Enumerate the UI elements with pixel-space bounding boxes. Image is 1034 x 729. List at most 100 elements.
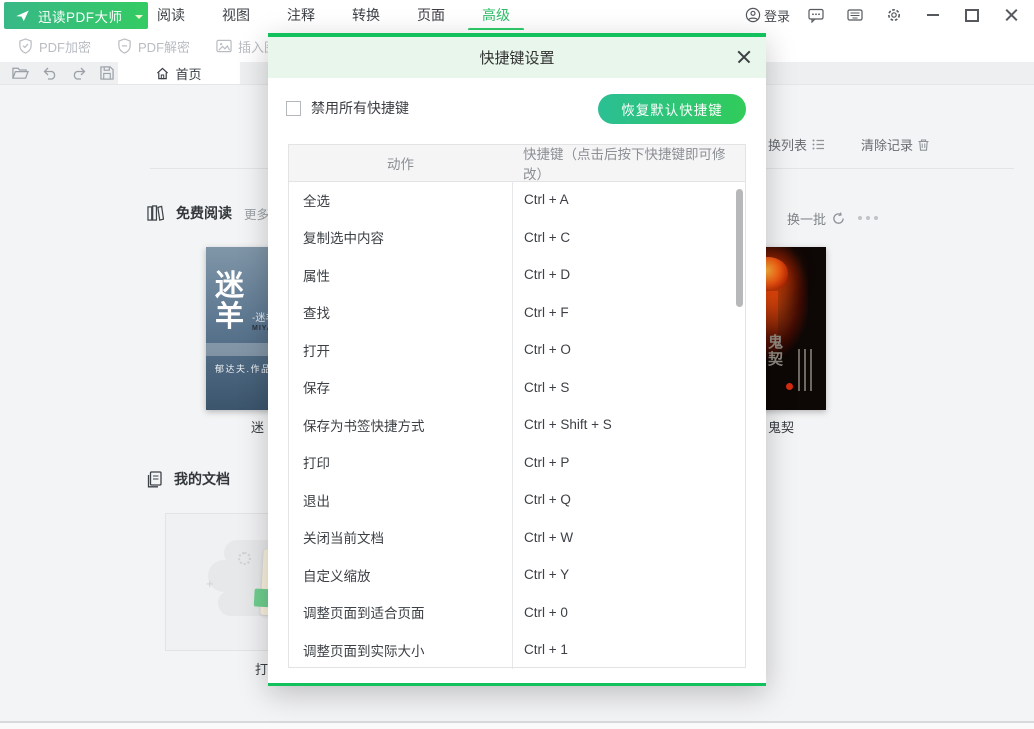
shortcut-key-cell[interactable]: Ctrl + W <box>512 519 745 557</box>
shortcut-key-cell[interactable]: Ctrl + A <box>512 181 745 219</box>
refresh-batch-label: 换一批 <box>787 209 826 228</box>
shield-check-icon <box>18 38 33 54</box>
shield-minus-icon <box>117 38 132 54</box>
checkbox-icon[interactable] <box>286 101 301 116</box>
title-bar: 迅读PDF大师 阅读 视图 注释 转换 页面 高级 登录 <box>0 0 1034 30</box>
cover-author: 郁达夫.作品 <box>215 362 272 375</box>
keyboard-icon <box>847 9 863 22</box>
change-list-button[interactable]: 换列表 <box>768 135 825 154</box>
dialog-close-button[interactable] <box>736 49 752 65</box>
more-options-icon[interactable] <box>858 216 878 220</box>
titlebar-right: 登录 <box>745 0 1024 30</box>
refresh-icon <box>832 212 845 225</box>
disable-all-label: 禁用所有快捷键 <box>311 98 409 118</box>
doc-card-caption: 打 <box>255 659 268 678</box>
app-title: 迅读PDF大师 <box>38 6 123 26</box>
shortcut-row: 属性Ctrl + D <box>289 256 745 294</box>
user-icon <box>745 7 761 23</box>
book-caption: 迷 <box>251 417 264 436</box>
login-button[interactable]: 登录 <box>745 6 790 25</box>
shortcut-key-cell[interactable]: Ctrl + D <box>512 256 745 294</box>
scrollbar-thumb[interactable] <box>736 189 743 307</box>
chat-icon <box>808 8 824 23</box>
tab-home[interactable]: 首页 <box>118 62 240 84</box>
shortcut-key-cell[interactable]: Ctrl + F <box>512 294 745 332</box>
shortcut-row: 保存为书签快捷方式Ctrl + Shift + S <box>289 406 745 444</box>
minimize-icon <box>927 14 939 16</box>
shortcut-key-cell[interactable]: Ctrl + S <box>512 369 745 407</box>
shortcut-column-header: 快捷键（点击后按下快捷键即可修改） <box>512 143 745 183</box>
close-window-button[interactable] <box>998 2 1024 28</box>
documents-icon <box>147 471 162 488</box>
table-header: 动作 快捷键（点击后按下快捷键即可修改） <box>289 145 745 182</box>
app-logo-icon <box>15 8 30 23</box>
cover-title: 迷羊 <box>215 271 249 333</box>
shortcut-action-cell: 调整页面到适合页面 <box>289 602 512 622</box>
shortcut-keyboard-button[interactable] <box>842 2 868 28</box>
trash-icon <box>918 139 929 151</box>
shortcut-row: 全选Ctrl + A <box>289 181 745 219</box>
open-file-button[interactable] <box>12 66 29 80</box>
clear-history-button[interactable]: 清除记录 <box>861 135 929 154</box>
shortcut-key-cell[interactable]: Ctrl + Y <box>512 556 745 594</box>
shortcut-settings-dialog: 快捷键设置 禁用所有快捷键 恢复默认快捷键 动作 快捷键（点击后按下快捷键即可修… <box>268 33 766 686</box>
disable-all-checkbox[interactable]: 禁用所有快捷键 <box>286 98 409 118</box>
menu-item-5[interactable]: 页面 <box>417 5 445 25</box>
shortcut-row: 关闭当前文档Ctrl + W <box>289 519 745 557</box>
settings-button[interactable] <box>881 2 907 28</box>
app-logo-button[interactable]: 迅读PDF大师 <box>4 2 148 29</box>
restore-defaults-button[interactable]: 恢复默认快捷键 <box>598 94 746 124</box>
minimize-button[interactable] <box>920 2 946 28</box>
shortcut-key-cell[interactable]: Ctrl + P <box>512 444 745 482</box>
shortcut-action-cell: 保存为书签快捷方式 <box>289 415 512 435</box>
change-list-label: 换列表 <box>768 135 807 154</box>
refresh-batch-button[interactable]: 换一批 <box>787 209 845 228</box>
free-reading-title: 免费阅读 <box>176 203 232 223</box>
pdf-decrypt-label: PDF解密 <box>138 37 190 56</box>
pdf-encrypt-button[interactable]: PDF加密 <box>18 37 91 56</box>
shortcut-row: 自定义缩放Ctrl + Y <box>289 556 745 594</box>
undo-icon <box>42 67 58 80</box>
gear-doodle-icon <box>238 552 251 565</box>
action-column-header: 动作 <box>289 153 512 173</box>
menu-item-3[interactable]: 注释 <box>287 5 315 25</box>
shortcut-key-cell[interactable]: Ctrl + 1 <box>512 631 745 669</box>
shortcut-row: 调整页面到适合页面Ctrl + 0 <box>289 594 745 632</box>
shortcut-key-cell[interactable]: Ctrl + Shift + S <box>512 406 745 444</box>
save-button[interactable] <box>100 66 114 80</box>
shortcut-action-cell: 关闭当前文档 <box>289 527 512 547</box>
book-caption: 鬼契 <box>768 417 794 436</box>
shortcut-key-cell[interactable]: Ctrl + O <box>512 331 745 369</box>
shortcut-key-cell[interactable]: Ctrl + C <box>512 219 745 257</box>
gear-icon <box>886 7 902 23</box>
cover-text-columns <box>798 349 812 391</box>
undo-button[interactable] <box>42 67 58 80</box>
save-icon <box>100 66 114 80</box>
maximize-button[interactable] <box>959 2 985 28</box>
cover-title: 鬼契 <box>768 335 785 369</box>
folder-open-icon <box>12 66 29 80</box>
menu-item-1[interactable]: 阅读 <box>157 5 185 25</box>
shortcut-action-cell: 调整页面到实际大小 <box>289 640 512 660</box>
shortcut-action-cell: 打印 <box>289 452 512 472</box>
cover-red-seal <box>786 383 793 390</box>
menu-item-6[interactable]: 高级 <box>482 5 510 25</box>
shortcut-key-cell[interactable]: Ctrl + Q <box>512 481 745 519</box>
books-icon <box>147 205 164 221</box>
menu-item-4[interactable]: 转换 <box>352 5 380 25</box>
shortcut-row: 打开Ctrl + O <box>289 331 745 369</box>
maximize-icon <box>965 9 979 22</box>
menu-item-2[interactable]: 视图 <box>222 5 250 25</box>
dialog-title: 快捷键设置 <box>479 47 554 68</box>
shortcut-action-cell: 复制选中内容 <box>289 227 512 247</box>
shortcut-action-cell: 打开 <box>289 340 512 360</box>
insert-image-icon <box>216 39 232 53</box>
redo-button[interactable] <box>71 67 87 80</box>
shortcut-action-cell: 属性 <box>289 265 512 285</box>
pdf-decrypt-button[interactable]: PDF解密 <box>117 37 190 56</box>
shortcut-action-cell: 全选 <box>289 190 512 210</box>
feedback-button[interactable] <box>803 2 829 28</box>
shortcut-action-cell: 退出 <box>289 490 512 510</box>
shortcut-key-cell[interactable]: Ctrl + 0 <box>512 594 745 632</box>
login-label: 登录 <box>764 6 790 25</box>
